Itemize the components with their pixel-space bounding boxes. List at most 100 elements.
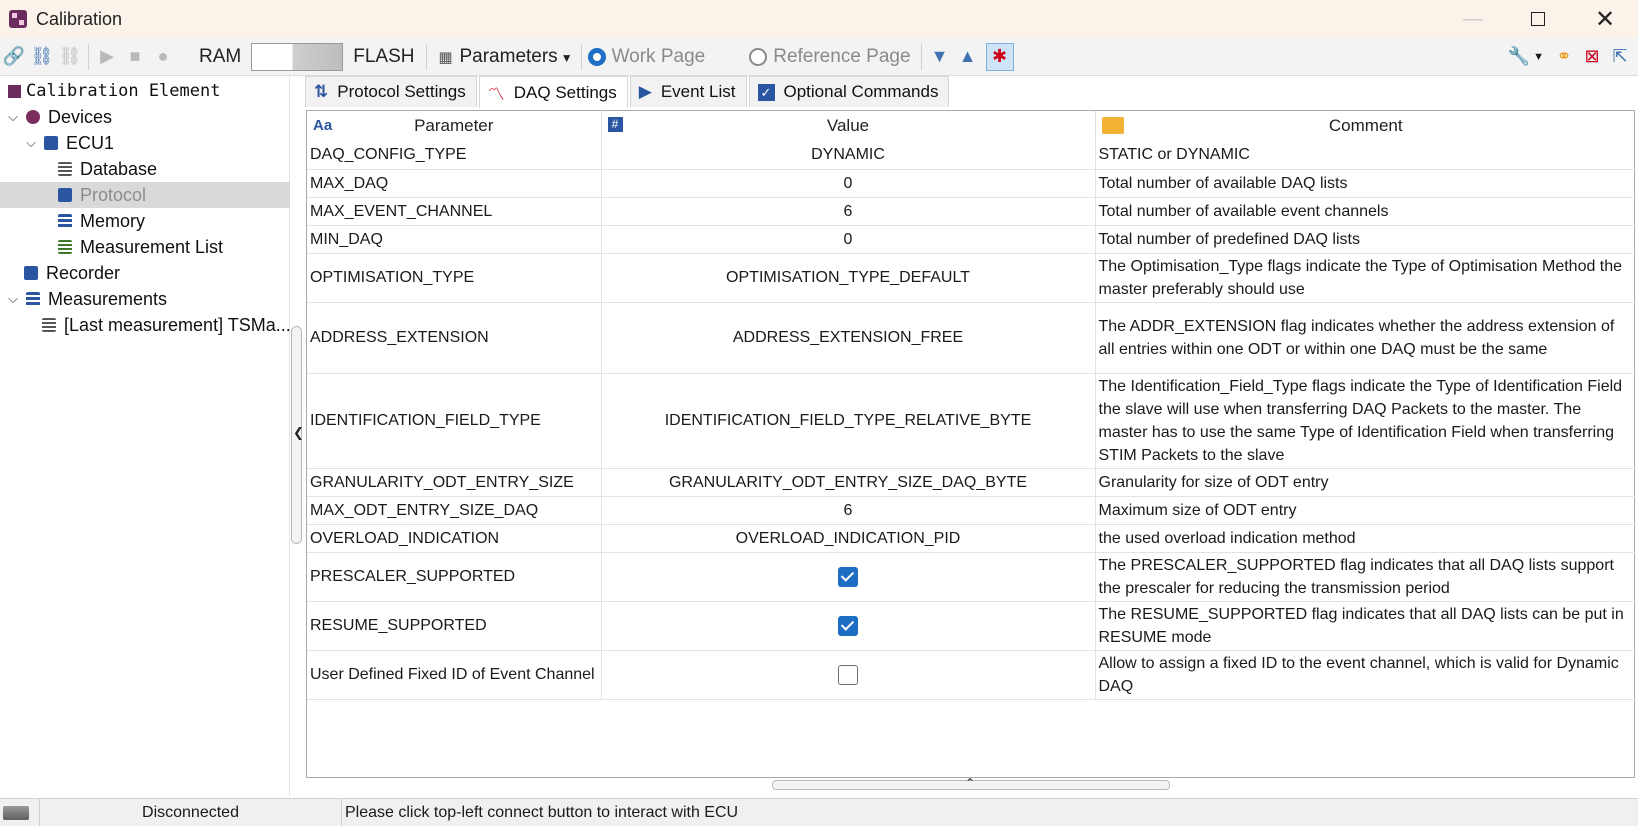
value-cell[interactable]: OVERLOAD_INDICATION_PID bbox=[601, 524, 1096, 553]
chevron-up-icon[interactable]: ⌃ bbox=[965, 776, 975, 790]
arrow-down-icon[interactable]: ▼ bbox=[926, 43, 954, 71]
link-icon[interactable]: ⚭ bbox=[1550, 43, 1578, 71]
app-icon bbox=[9, 10, 27, 28]
tree-item-protocol[interactable]: Protocol bbox=[0, 182, 290, 208]
table-row[interactable]: MIN_DAQ 0 Total number of predefined DAQ l… bbox=[307, 225, 1636, 254]
table-row[interactable]: OVERLOAD_INDICATION OVERLOAD_INDICATION_P… bbox=[307, 524, 1636, 553]
chevron-down-icon[interactable]: ⌵ bbox=[24, 135, 38, 151]
devices-icon bbox=[26, 110, 40, 124]
value-cell[interactable]: DYNAMIC bbox=[601, 141, 1096, 170]
table-row[interactable]: DAQ_CONFIG_TYPE DYNAMIC STATIC or DYNAMIC bbox=[307, 141, 1636, 170]
comment-cell: The PRESCALER_SUPPORTED flag indicates t… bbox=[1095, 552, 1636, 602]
chevron-down-icon[interactable]: ⌵ bbox=[6, 291, 20, 307]
tree-item-label: Measurement List bbox=[80, 236, 224, 257]
toolbar-separator bbox=[580, 43, 582, 70]
tree-item-measurement-list[interactable]: Measurement List bbox=[58, 234, 223, 260]
measurements-icon bbox=[26, 292, 40, 306]
maximize-icon bbox=[1531, 12, 1545, 26]
table-row[interactable]: OPTIMISATION_TYPE OPTIMISATION_TYPE_DEFAU… bbox=[307, 253, 1636, 303]
tree-item-database[interactable]: Database bbox=[58, 156, 157, 182]
parameters-dropdown[interactable]: Parameters ▼ bbox=[459, 46, 572, 68]
list-icon bbox=[58, 240, 72, 254]
chevron-left-icon[interactable]: ❮ bbox=[293, 425, 304, 441]
value-cell[interactable]: 6 bbox=[601, 496, 1096, 525]
minimize-button[interactable]: — bbox=[1440, 0, 1506, 38]
table-row[interactable]: ADDRESS_EXTENSION ADDRESS_EXTENSION_FREE T… bbox=[307, 302, 1636, 374]
calibration-icon bbox=[8, 84, 21, 98]
debug-bug-icon[interactable]: ✱ bbox=[985, 42, 1014, 71]
table-row[interactable]: MAX_EVENT_CHANNEL 6 Total number of availa… bbox=[307, 197, 1636, 226]
tree-item-measurements[interactable]: ⌵ Measurements bbox=[6, 286, 167, 312]
folder-icon bbox=[1101, 117, 1124, 134]
flash-label: FLASH bbox=[353, 45, 415, 67]
column-header-comment[interactable]: Comment bbox=[1095, 111, 1636, 141]
tree-item-last-measurement[interactable]: [Last measurement] TSMa... bbox=[42, 312, 291, 338]
export-icon[interactable]: ⇱ bbox=[1606, 43, 1634, 71]
value-cell[interactable]: GRANULARITY_ODT_ENTRY_SIZE_DAQ_BYTE bbox=[601, 468, 1096, 497]
tab-daq-settings[interactable]: 〽 DAQ Settings bbox=[478, 76, 628, 108]
table-row[interactable]: MAX_ODT_ENTRY_SIZE_DAQ 6 Maximum size of O… bbox=[307, 496, 1636, 525]
tree-item-recorder[interactable]: Recorder bbox=[24, 260, 120, 286]
column-header-parameter[interactable]: Aa Parameter bbox=[307, 111, 602, 141]
toolbar-separator bbox=[88, 43, 89, 70]
connect-all-icon[interactable]: ⛓ bbox=[28, 43, 56, 71]
parameter-cell: GRANULARITY_ODT_ENTRY_SIZE bbox=[307, 468, 602, 497]
chevron-down-icon[interactable]: ▼ bbox=[1533, 51, 1544, 63]
checkbox-checked[interactable] bbox=[838, 615, 858, 636]
work-page-label: Work Page bbox=[611, 45, 706, 67]
tree-item-label: Database bbox=[80, 158, 158, 179]
sort-arrows-icon: ⇅ bbox=[314, 82, 329, 101]
tree-item-devices[interactable]: ⌵ Devices bbox=[6, 104, 112, 130]
tree-item-memory[interactable]: Memory bbox=[58, 208, 145, 234]
tree-item-label: Measurements bbox=[48, 288, 168, 309]
ecu-icon bbox=[44, 136, 58, 150]
tab-protocol-settings[interactable]: ⇅ Protocol Settings bbox=[305, 76, 477, 107]
column-header-value[interactable]: # Value bbox=[601, 111, 1096, 141]
window-title: Calibration bbox=[36, 8, 123, 29]
table-row[interactable]: IDENTIFICATION_FIELD_TYPE IDENTIFICATION_… bbox=[307, 373, 1636, 469]
value-cell[interactable]: 6 bbox=[601, 197, 1096, 226]
checkbox-checked[interactable] bbox=[838, 566, 858, 587]
table-row[interactable]: RESUME_SUPPORTED The RESUME_SUPPORTED fla… bbox=[307, 601, 1636, 651]
connect-icon[interactable]: 🔗 bbox=[0, 43, 28, 71]
value-cell[interactable]: ADDRESS_EXTENSION_FREE bbox=[601, 302, 1096, 374]
table-row[interactable]: User Defined Fixed ID of Event Channel Al… bbox=[307, 650, 1636, 700]
wrench-icon[interactable]: 🔧 bbox=[1505, 43, 1533, 71]
arrow-up-icon[interactable]: ▲ bbox=[954, 43, 982, 71]
settings-tabs: ⇅ Protocol Settings 〽 DAQ Settings ▶ Eve… bbox=[305, 76, 951, 108]
disconnect-icon[interactable]: ⛓ bbox=[56, 43, 84, 71]
work-page-radio[interactable]: Work Page bbox=[587, 45, 706, 68]
checkbox-unchecked[interactable] bbox=[838, 664, 858, 685]
value-cell[interactable]: 0 bbox=[601, 169, 1096, 198]
chevron-down-icon[interactable]: ⌵ bbox=[6, 109, 20, 125]
play-icon[interactable]: ▶ bbox=[93, 43, 121, 71]
close-button[interactable]: ✕ bbox=[1572, 0, 1638, 38]
number-type-icon: # bbox=[607, 117, 623, 132]
tree-item-ecu1[interactable]: ⌵ ECU1 bbox=[24, 130, 114, 156]
ram-flash-toggle[interactable] bbox=[251, 42, 344, 71]
radio-unselected bbox=[749, 47, 768, 66]
parameter-cell: OVERLOAD_INDICATION bbox=[307, 524, 602, 553]
value-checkbox-cell bbox=[601, 650, 1096, 700]
parameter-cell: PRESCALER_SUPPORTED bbox=[307, 552, 602, 602]
close-window-icon[interactable]: ⊠ bbox=[1578, 43, 1606, 71]
comment-cell: The Optimisation_Type flags indicate the… bbox=[1095, 253, 1636, 303]
value-cell[interactable]: 0 bbox=[601, 225, 1096, 254]
table-row[interactable]: GRANULARITY_ODT_ENTRY_SIZE GRANULARITY_OD… bbox=[307, 468, 1636, 497]
parameter-cell: MAX_EVENT_CHANNEL bbox=[307, 197, 602, 226]
ram-label: RAM bbox=[199, 45, 242, 67]
comment-cell: The RESUME_SUPPORTED flag indicates that… bbox=[1095, 601, 1636, 651]
record-icon[interactable]: ● bbox=[149, 43, 177, 71]
reference-page-radio[interactable]: Reference Page bbox=[749, 46, 911, 68]
table-row[interactable]: MAX_DAQ 0 Total number of available DAQ li… bbox=[307, 169, 1636, 198]
table-row[interactable]: PRESCALER_SUPPORTED The PRESCALER_SUPPORT… bbox=[307, 552, 1636, 602]
tab-event-list[interactable]: ▶ Event List bbox=[629, 76, 747, 107]
stop-icon[interactable]: ■ bbox=[121, 43, 149, 71]
value-cell[interactable]: OPTIMISATION_TYPE_DEFAULT bbox=[601, 253, 1096, 303]
value-cell[interactable]: IDENTIFICATION_FIELD_TYPE_RELATIVE_BYTE bbox=[601, 373, 1096, 469]
tab-optional-commands[interactable]: ✓ Optional Commands bbox=[748, 76, 950, 107]
maximize-button[interactable] bbox=[1505, 0, 1571, 38]
chart-line-icon: 〽 bbox=[487, 85, 505, 104]
title-bar: Calibration — ✕ bbox=[0, 0, 1638, 38]
toolbar-separator bbox=[920, 43, 922, 70]
